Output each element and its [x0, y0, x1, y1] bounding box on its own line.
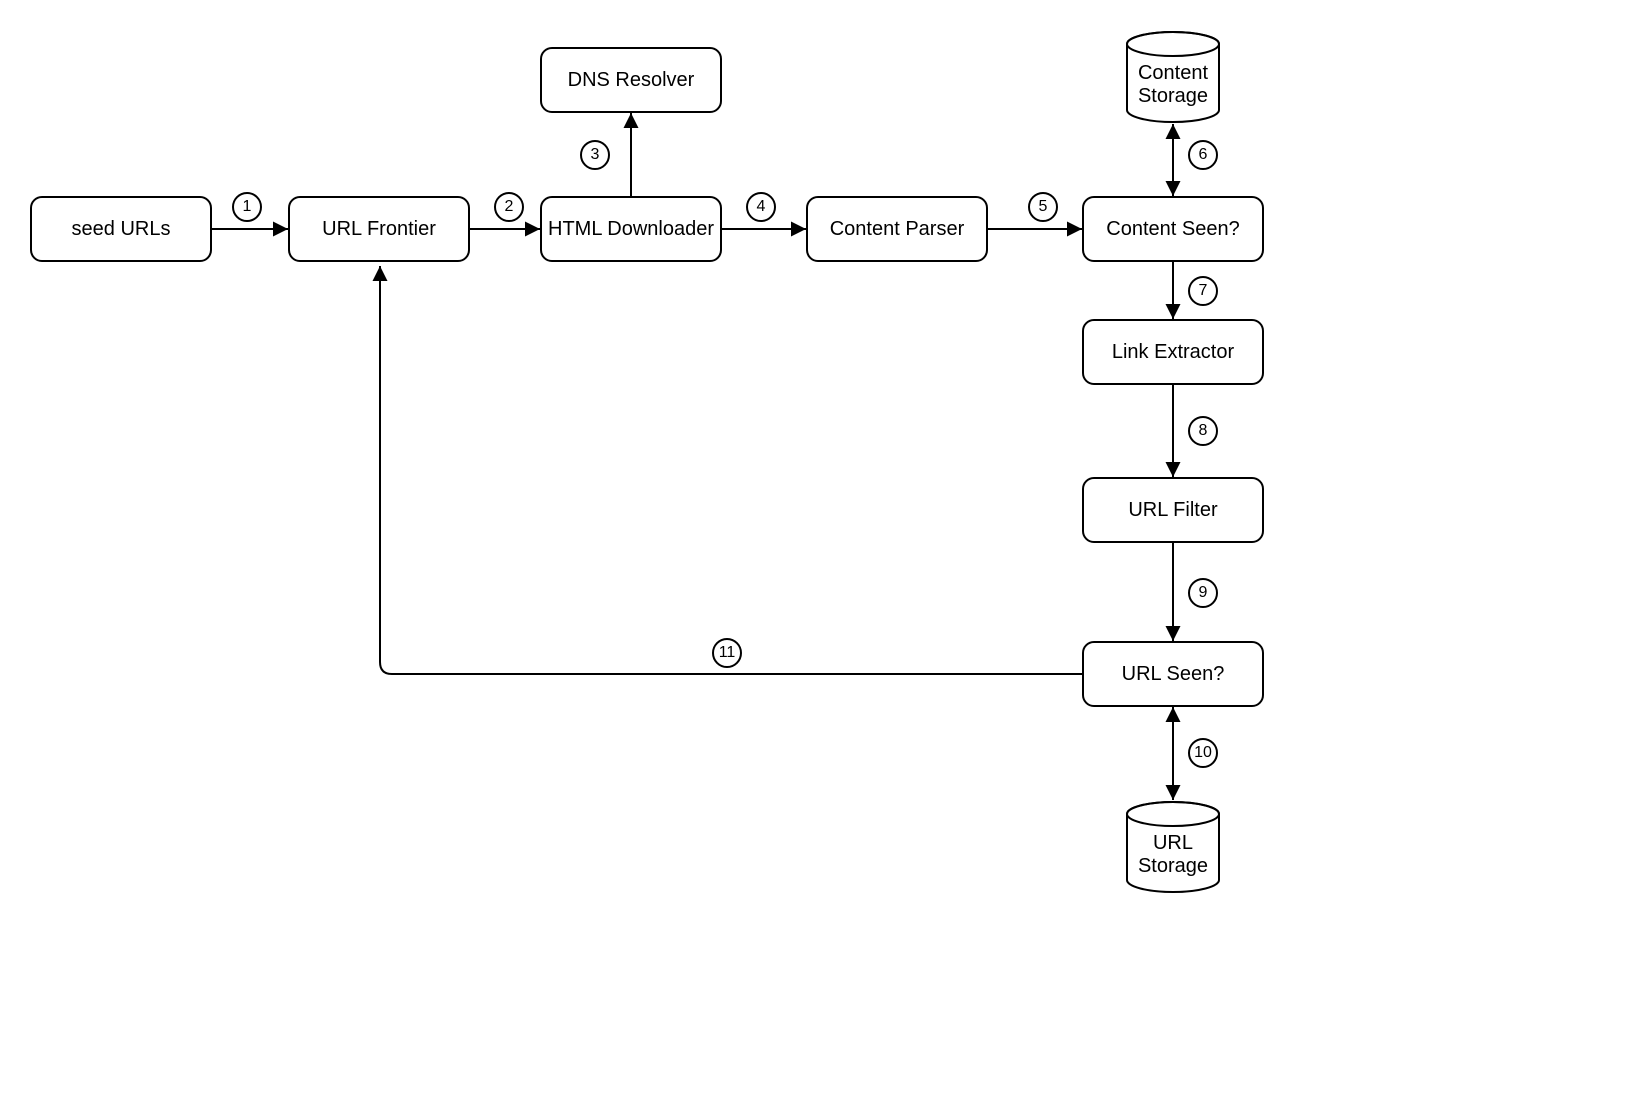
node-url-seen: URL Seen? [1082, 641, 1264, 707]
node-seed-urls: seed URLs [30, 196, 212, 262]
node-label: Link Extractor [1112, 341, 1234, 364]
diagram-canvas: seed URLs URL Frontier HTML Downloader D… [0, 0, 1646, 1118]
edge-badge-2: 2 [494, 192, 524, 222]
store-label-line2: Storage [1138, 855, 1208, 877]
edge-num: 3 [591, 146, 600, 164]
store-label-line2: Storage [1138, 85, 1208, 107]
edge-badge-10: 10 [1188, 738, 1218, 768]
node-content-parser: Content Parser [806, 196, 988, 262]
edge-badge-9: 9 [1188, 578, 1218, 608]
node-label: Content Seen? [1106, 218, 1239, 241]
node-dns-resolver: DNS Resolver [540, 47, 722, 113]
edge-badge-7: 7 [1188, 276, 1218, 306]
edge-num: 10 [1194, 744, 1212, 762]
edge-badge-4: 4 [746, 192, 776, 222]
node-label: URL Seen? [1122, 663, 1225, 686]
node-url-frontier: URL Frontier [288, 196, 470, 262]
store-url-storage: URL Storage [1125, 800, 1221, 894]
edge-num: 11 [719, 644, 736, 662]
store-content-storage: Content Storage [1125, 30, 1221, 124]
node-label: URL Filter [1128, 499, 1217, 522]
node-html-downloader: HTML Downloader [540, 196, 722, 262]
edge-num: 9 [1199, 584, 1208, 602]
edge-11 [380, 266, 1082, 674]
edge-num: 1 [243, 198, 252, 216]
edge-num: 4 [757, 198, 766, 216]
node-label: DNS Resolver [568, 69, 695, 92]
edge-num: 7 [1199, 282, 1208, 300]
node-label: Content Parser [830, 218, 965, 241]
node-label: URL Frontier [322, 218, 436, 241]
node-link-extractor: Link Extractor [1082, 319, 1264, 385]
node-url-filter: URL Filter [1082, 477, 1264, 543]
edge-badge-5: 5 [1028, 192, 1058, 222]
edge-badge-8: 8 [1188, 416, 1218, 446]
node-label: seed URLs [72, 218, 171, 241]
edge-badge-11: 11 [712, 638, 742, 668]
edge-badge-1: 1 [232, 192, 262, 222]
edge-num: 8 [1199, 422, 1208, 440]
node-label: HTML Downloader [548, 218, 714, 241]
edge-badge-6: 6 [1188, 140, 1218, 170]
edges-layer [0, 0, 1646, 1118]
node-content-seen: Content Seen? [1082, 196, 1264, 262]
edge-num: 6 [1199, 146, 1208, 164]
store-label-line1: URL [1153, 832, 1193, 854]
edge-badge-3: 3 [580, 140, 610, 170]
store-label-line1: Content [1138, 62, 1208, 84]
edge-num: 5 [1039, 198, 1048, 216]
edge-num: 2 [505, 198, 514, 216]
